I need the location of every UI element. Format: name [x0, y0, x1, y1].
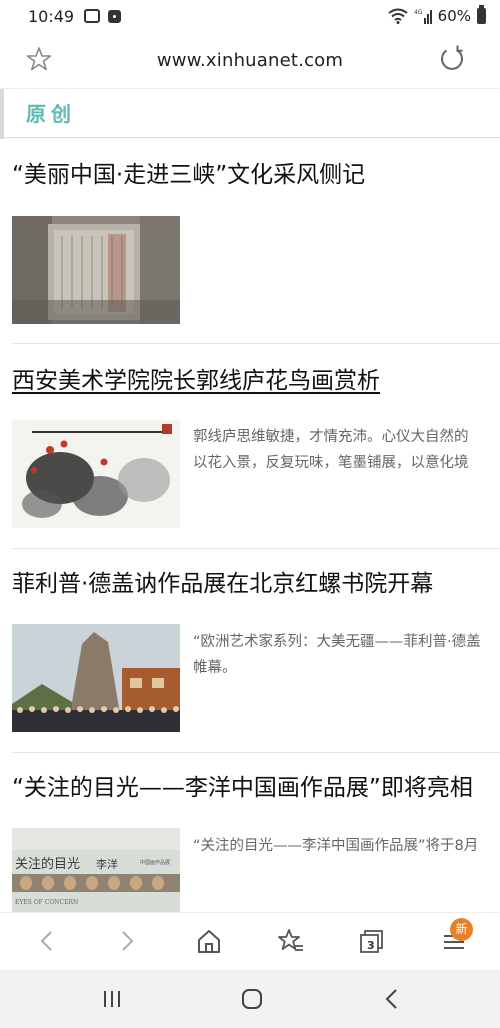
- wifi-icon: [388, 8, 408, 24]
- new-badge: 新: [450, 918, 473, 941]
- 4g-signal-icon: 4G: [414, 9, 432, 24]
- exhibition-poster-image: 关注的目光 李洋 中国画作品展 EYES OF CONCERN: [12, 828, 180, 912]
- status-left-icons: [84, 9, 122, 23]
- svg-text:4G: 4G: [414, 9, 423, 16]
- bottom-toolbar: 3: [0, 912, 500, 970]
- status-bar: 10:49 4G 60%: [0, 0, 500, 32]
- status-right: 4G 60%: [388, 5, 486, 25]
- bookmark-star-icon[interactable]: [26, 46, 52, 72]
- vr-icon: [84, 9, 101, 23]
- poster-main-title: 关注的目光: [15, 856, 80, 872]
- article-thumbnail[interactable]: [12, 216, 180, 324]
- home-circle-icon[interactable]: [240, 986, 264, 1012]
- article-excerpt: “欧洲艺术家系列：大美无疆——菲利普·德盖 帷幕。: [193, 629, 500, 681]
- article-title[interactable]: 西安美术学院院长郭线庐花鸟画赏析: [12, 366, 380, 396]
- article-title[interactable]: 菲利普·德盖讷作品展在北京红螺书院开幕: [12, 569, 433, 599]
- article-thumbnail[interactable]: 关注的目光 李洋 中国画作品展 EYES OF CONCERN: [12, 828, 180, 912]
- article-title[interactable]: “关注的目光——李洋中国画作品展”即将亮相: [12, 773, 473, 803]
- article-thumbnail[interactable]: [12, 420, 180, 528]
- bookmarks-icon[interactable]: [277, 927, 305, 955]
- cliff-carving-image: [12, 216, 180, 324]
- battery-icon: [477, 5, 486, 24]
- recents-icon[interactable]: [100, 986, 124, 1012]
- url-bar: www.xinhuanet.com: [0, 32, 500, 88]
- article-title[interactable]: “美丽中国·走进三峡”文化采风侧记: [12, 160, 365, 190]
- home-icon[interactable]: [195, 927, 223, 955]
- poster-author: 李洋: [96, 857, 118, 871]
- article-excerpt: 郭线庐思维敏捷，才情充沛。心仪大自然的 以花入景，反复玩味，笔墨铺展，以意化境: [193, 424, 500, 476]
- section-accent-bar: [0, 89, 4, 139]
- status-time: 10:49: [28, 6, 75, 26]
- back-icon[interactable]: [33, 927, 61, 955]
- ink-flower-painting-image: [12, 420, 180, 528]
- article-list: “美丽中国·走进三峡”文化采风侧记 西安美术学院院长郭线庐花鸟画赏析 郭线庐思维…: [0, 138, 500, 912]
- list-item[interactable]: 西安美术学院院长郭线庐花鸟画赏析 郭线庐思维敏捷，才情充沛。心仪大自然的 以花入…: [0, 344, 500, 548]
- forward-icon[interactable]: [113, 927, 141, 955]
- list-item[interactable]: 菲利普·德盖讷作品展在北京红螺书院开幕 “欧洲艺术家系列：大美无疆——菲利普·德…: [0, 549, 500, 752]
- section-title[interactable]: 原创: [26, 98, 76, 127]
- section-header: 原创: [0, 88, 500, 139]
- group-photo-image: [12, 624, 180, 732]
- battery-percent: 60%: [437, 7, 471, 25]
- tab-count: 3: [367, 939, 375, 952]
- android-nav-bar: [0, 970, 500, 1028]
- article-thumbnail[interactable]: [12, 624, 180, 732]
- excerpt-line: 帷幕。: [193, 660, 237, 676]
- url-text[interactable]: www.xinhuanet.com: [0, 50, 500, 71]
- excerpt-line: “关注的目光——李洋中国画作品展”将于8月: [193, 838, 479, 854]
- excerpt-line: “欧洲艺术家系列：大美无疆——菲利普·德盖: [193, 634, 481, 650]
- poster-subtitle: 中国画作品展: [140, 859, 170, 866]
- list-item[interactable]: “美丽中国·走进三峡”文化采风侧记: [0, 138, 500, 343]
- excerpt-line: 郭线庐思维敏捷，才情充沛。心仪大自然的: [193, 429, 469, 445]
- reload-icon[interactable]: [438, 45, 466, 73]
- article-excerpt: “关注的目光——李洋中国画作品展”将于8月: [193, 833, 500, 859]
- excerpt-line: 以花入景，反复玩味，笔墨铺展，以意化境: [193, 455, 469, 471]
- back-chevron-icon[interactable]: [380, 986, 404, 1012]
- list-item[interactable]: “关注的目光——李洋中国画作品展”即将亮相 关注的目光 李洋 中国画作品展 EY…: [0, 753, 500, 912]
- photo-icon: [108, 9, 122, 23]
- poster-english-title: EYES OF CONCERN: [15, 899, 78, 906]
- tabs-button[interactable]: 3: [358, 927, 386, 955]
